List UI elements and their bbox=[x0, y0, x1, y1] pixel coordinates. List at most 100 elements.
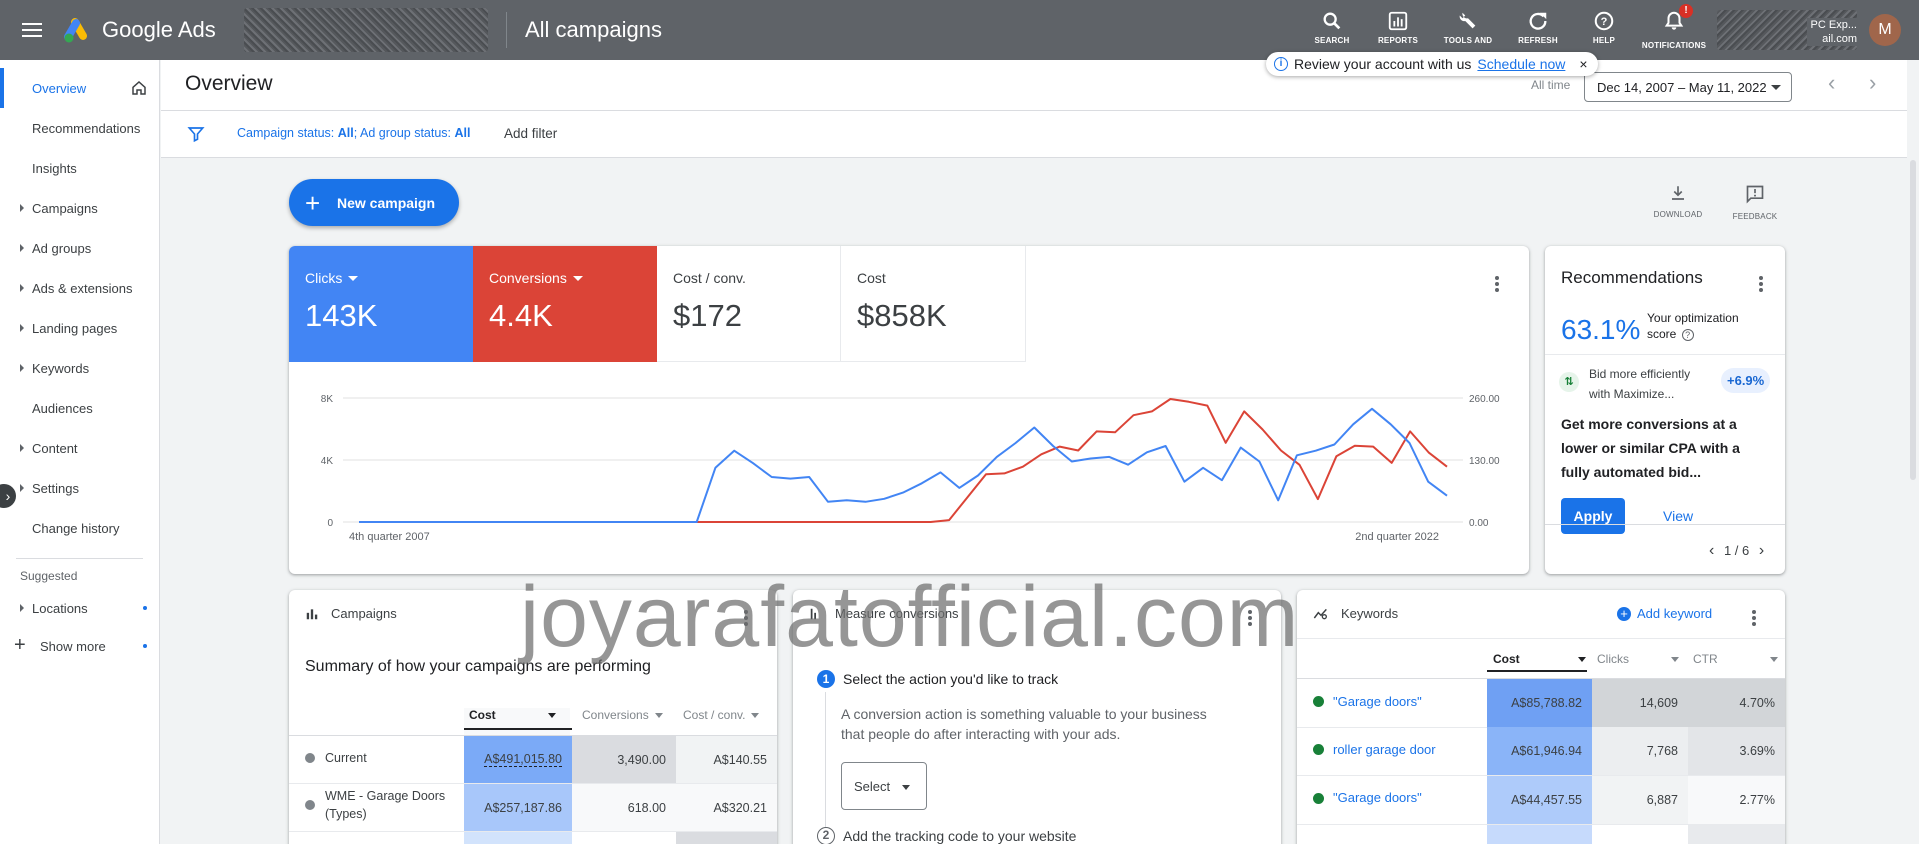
keyword-link[interactable]: "Garage doors" bbox=[1333, 694, 1422, 709]
active-filters[interactable]: Campaign status: All; Ad group status: A… bbox=[237, 126, 470, 140]
refresh-button[interactable]: REFRESH bbox=[1505, 0, 1571, 60]
sidebar-item-landing-pages[interactable]: Landing pages bbox=[0, 308, 159, 348]
campaigns-card: Campaigns Summary of how your campaigns … bbox=[289, 590, 777, 844]
next-period-icon[interactable]: › bbox=[1869, 70, 1876, 96]
sidebar: Overview Recommendations Insights Campai… bbox=[0, 60, 160, 844]
recommendation-description: Get more conversions at a lower or simil… bbox=[1561, 416, 1740, 480]
apply-button[interactable]: Apply bbox=[1561, 498, 1625, 534]
sidebar-item-settings[interactable]: Settings bbox=[0, 468, 159, 508]
campaigns-card-header: Campaigns bbox=[305, 606, 397, 621]
step-connector bbox=[825, 692, 826, 842]
caret-right-icon bbox=[20, 444, 24, 452]
more-options-icon[interactable] bbox=[1752, 616, 1756, 620]
campaigns-summary: Summary of how your campaigns are perfor… bbox=[305, 658, 651, 675]
new-indicator-dot bbox=[143, 644, 147, 648]
tools-and-settings-button[interactable]: TOOLS AND SETTINGS bbox=[1431, 0, 1505, 60]
column-header-clicks[interactable]: Clicks bbox=[1597, 652, 1679, 666]
sidebar-item-content[interactable]: Content bbox=[0, 428, 159, 468]
recommendation-pager: ‹ 1 / 6 › bbox=[1709, 542, 1765, 559]
reports-button[interactable]: REPORTS bbox=[1365, 0, 1431, 60]
chevron-left-icon[interactable]: ‹ bbox=[1709, 542, 1714, 559]
suggested-label: Suggested bbox=[16, 558, 143, 590]
notifications-button[interactable]: ! NOTIFICATIONS bbox=[1637, 0, 1711, 60]
account-text: PC Exp... ail.com bbox=[1806, 18, 1857, 46]
add-keyword-button[interactable]: + Add keyword bbox=[1617, 606, 1712, 621]
chevron-right-icon[interactable]: › bbox=[1759, 542, 1764, 559]
close-icon[interactable]: × bbox=[1579, 56, 1587, 72]
keywords-card: Keywords + Add keyword Cost Clicks CTR "… bbox=[1297, 590, 1785, 844]
cell-cost: A$44,457.55 bbox=[1487, 776, 1592, 824]
column-header-cost[interactable]: Cost bbox=[1493, 652, 1586, 666]
more-options-icon[interactable] bbox=[1495, 282, 1499, 286]
account-details-redacted: PC Exp... ail.com bbox=[1717, 10, 1857, 50]
step-number: 2 bbox=[817, 827, 835, 844]
sidebar-item-audiences[interactable]: Audiences bbox=[0, 388, 159, 428]
help-button[interactable]: ? HELP bbox=[1571, 0, 1637, 60]
more-options-icon[interactable] bbox=[744, 616, 748, 620]
campaign-name: Current bbox=[325, 751, 367, 765]
overview-header: Overview All time Dec 14, 2007 – May 11,… bbox=[161, 60, 1919, 110]
sidebar-item-keywords[interactable]: Keywords bbox=[0, 348, 159, 388]
search-button[interactable]: SEARCH bbox=[1299, 0, 1365, 60]
metric-cost[interactable]: Cost $858K bbox=[841, 246, 1026, 362]
new-campaign-button[interactable]: + New campaign bbox=[289, 179, 459, 226]
cell-cost: A$61,946.94 bbox=[1487, 727, 1592, 775]
avatar[interactable]: M bbox=[1869, 14, 1901, 46]
more-options-icon[interactable] bbox=[1248, 616, 1252, 620]
refresh-icon bbox=[1529, 12, 1547, 30]
previous-period-icon[interactable]: ‹ bbox=[1828, 70, 1835, 96]
sidebar-item-locations[interactable]: Locations bbox=[0, 590, 159, 626]
account-switcher[interactable]: PC Exp... ail.com M bbox=[1717, 0, 1919, 60]
cell-cost-per-conv: A$320.21 bbox=[676, 784, 777, 831]
menu-icon[interactable] bbox=[0, 0, 64, 60]
review-text: Review your account with us bbox=[1294, 56, 1472, 72]
add-filter-button[interactable]: Add filter bbox=[504, 126, 557, 141]
keyword-link[interactable]: "Garage doors" bbox=[1333, 790, 1422, 805]
metric-conversions[interactable]: Conversions 4.4K bbox=[473, 246, 657, 362]
date-range-selector[interactable]: Dec 14, 2007 – May 11, 2022 bbox=[1584, 72, 1792, 102]
sidebar-item-campaigns[interactable]: Campaigns bbox=[0, 188, 159, 228]
left-axis-tick-label: 8K bbox=[321, 394, 334, 405]
cell-cost: A$491,015.80 bbox=[464, 736, 572, 783]
column-header-cost-per-conv[interactable]: Cost / conv. bbox=[683, 708, 760, 722]
performance-card: Clicks 143K Conversions 4.4K Cost / conv… bbox=[289, 246, 1529, 574]
column-header-conversions[interactable]: Conversions bbox=[582, 708, 663, 722]
conversion-action-select[interactable]: Select bbox=[841, 762, 927, 810]
show-more-button[interactable]: + Show more bbox=[0, 626, 159, 666]
left-axis-tick-label: 4K bbox=[321, 456, 334, 467]
column-header-cost[interactable]: Cost bbox=[469, 708, 569, 722]
sidebar-item-insights[interactable]: Insights bbox=[0, 148, 159, 188]
metric-cost-per-conversion[interactable]: Cost / conv. $172 bbox=[657, 246, 841, 362]
sidebar-item-ads-extensions[interactable]: Ads & extensions bbox=[0, 268, 159, 308]
download-button[interactable]: DOWNLOAD bbox=[1648, 184, 1708, 219]
sidebar-item-recommendations[interactable]: Recommendations bbox=[0, 108, 159, 148]
step-number: 1 bbox=[817, 670, 835, 688]
caret-right-icon bbox=[20, 244, 24, 252]
schedule-now-link[interactable]: Schedule now bbox=[1477, 56, 1565, 72]
google-ads-logo[interactable]: Google Ads bbox=[64, 17, 240, 43]
cell-cost bbox=[1487, 825, 1592, 844]
more-options-icon[interactable] bbox=[1759, 282, 1763, 286]
feedback-button[interactable]: FEEDBACK bbox=[1725, 184, 1785, 221]
home-icon bbox=[132, 81, 146, 95]
recommendation-item[interactable]: Bid more efficiently with Maximize... bbox=[1589, 364, 1690, 404]
scrollbar-thumb[interactable] bbox=[1910, 160, 1916, 480]
enabled-status-icon bbox=[1313, 793, 1324, 804]
column-header-ctr[interactable]: CTR bbox=[1693, 652, 1778, 666]
keyword-link[interactable]: roller garage door bbox=[1333, 742, 1436, 757]
sidebar-item-change-history[interactable]: Change history bbox=[0, 508, 159, 548]
metric-clicks[interactable]: Clicks 143K bbox=[289, 246, 473, 362]
sidebar-item-overview[interactable]: Overview bbox=[0, 68, 159, 108]
score-uplift-badge: +6.9% bbox=[1721, 368, 1771, 393]
plus-icon: + bbox=[305, 188, 321, 218]
enabled-status-icon bbox=[1313, 696, 1324, 707]
view-button[interactable]: View bbox=[1663, 508, 1693, 524]
sidebar-item-ad-groups[interactable]: Ad groups bbox=[0, 228, 159, 268]
account-name-redacted[interactable] bbox=[244, 8, 488, 52]
cell-ctr: 2.77% bbox=[1688, 776, 1785, 824]
caret-right-icon bbox=[20, 484, 24, 492]
help-icon[interactable]: ? bbox=[1681, 329, 1694, 341]
page-scrollbar[interactable] bbox=[1907, 60, 1919, 844]
x-axis-end-label: 2nd quarter 2022 bbox=[1355, 531, 1439, 543]
cell-ctr: 4.70% bbox=[1688, 679, 1785, 727]
